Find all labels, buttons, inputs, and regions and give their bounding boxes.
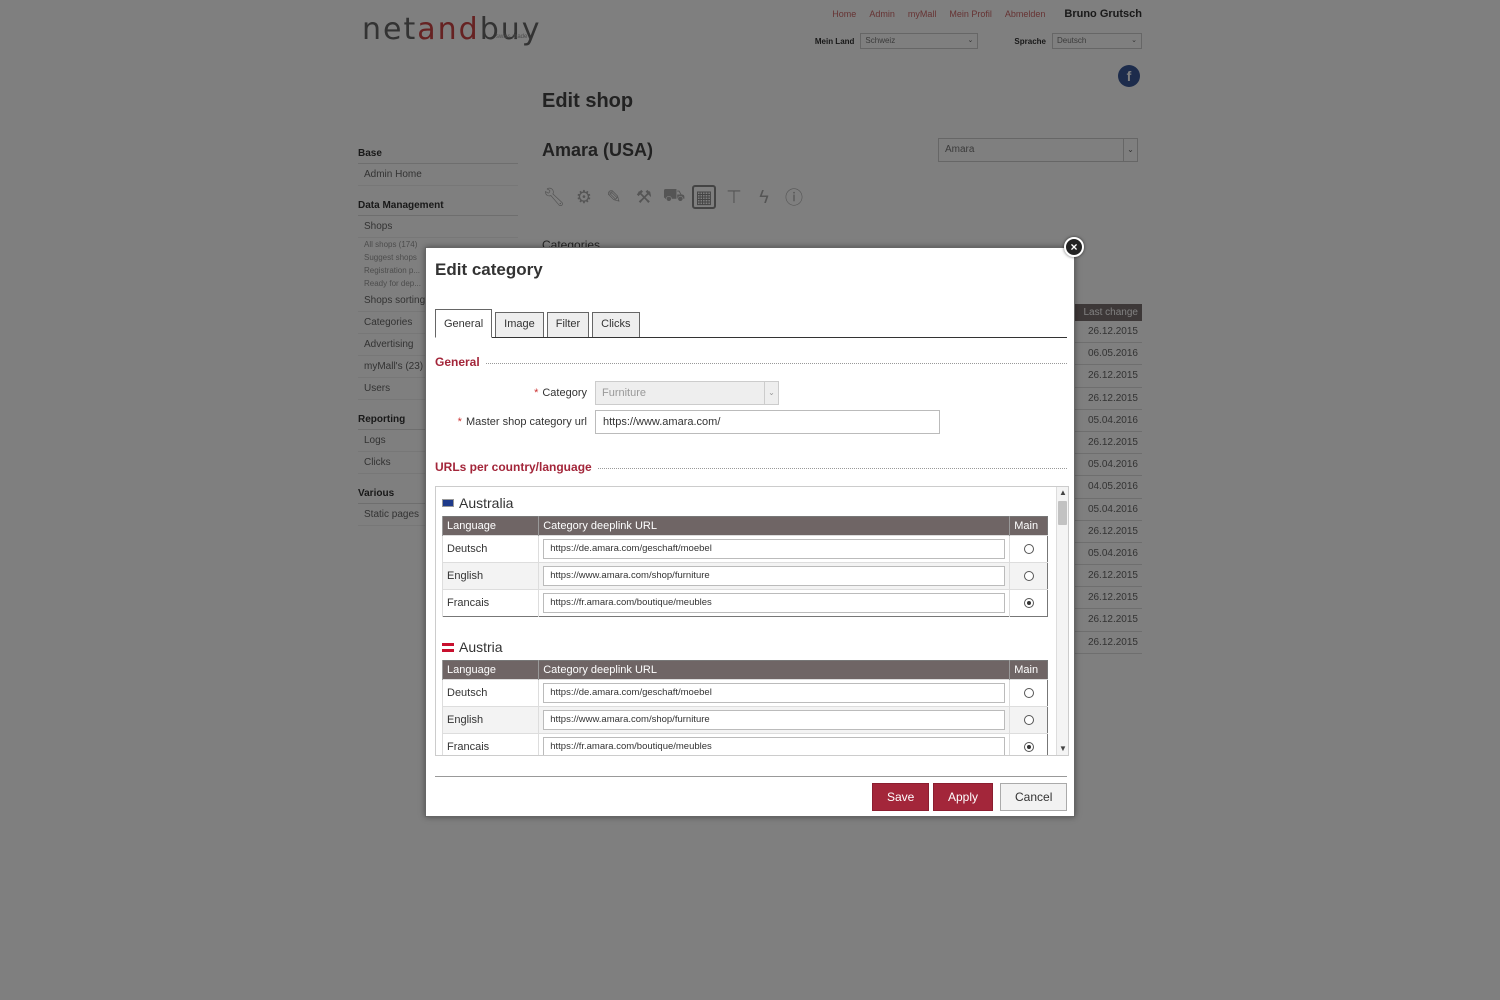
urls-legend: URLs per country/language: [435, 460, 1067, 474]
col-deeplink-url: Category deeplink URL: [538, 516, 1010, 536]
col-language: Language: [441, 516, 539, 536]
country-australia: Australia: [442, 495, 1048, 511]
table-row: English https://www.amara.com/shop/furni…: [441, 706, 1048, 734]
tab-filter[interactable]: Filter: [546, 312, 590, 337]
vertical-scrollbar[interactable]: ▲ ▼: [1056, 487, 1068, 755]
main-radio[interactable]: [1023, 571, 1034, 582]
category-label: Category: [542, 387, 587, 399]
tab-clicks[interactable]: Clicks: [592, 312, 640, 337]
apply-button[interactable]: Apply: [933, 783, 994, 811]
language-cell: Francais: [441, 733, 539, 755]
scroll-thumb[interactable]: [1058, 501, 1067, 525]
footer-divider: [435, 776, 1067, 777]
language-cell: English: [441, 562, 539, 590]
table-row: Francais https://fr.amara.com/boutique/m…: [441, 589, 1048, 617]
main-radio[interactable]: [1023, 544, 1034, 555]
save-button[interactable]: Save: [872, 783, 930, 811]
language-cell: Deutsch: [441, 535, 539, 563]
table-row: Deutsch https://de.amara.com/geschaft/mo…: [441, 535, 1048, 563]
main-radio[interactable]: [1023, 715, 1034, 726]
deeplink-url-input[interactable]: https://www.amara.com/shop/furniture: [543, 566, 1006, 586]
cancel-button[interactable]: Cancel: [1000, 783, 1068, 811]
table-row: Francais https://fr.amara.com/boutique/m…: [441, 733, 1048, 755]
deeplink-url-input[interactable]: https://fr.amara.com/boutique/meubles: [543, 593, 1006, 613]
table-row: Deutsch https://de.amara.com/geschaft/mo…: [441, 679, 1048, 707]
dialog-title: Edit category: [435, 260, 543, 279]
language-cell: Deutsch: [441, 679, 539, 707]
urls-scroll-area[interactable]: Australia Language Category deeplink URL…: [435, 486, 1069, 756]
austria-flag-icon: [442, 642, 454, 652]
language-cell: Francais: [441, 589, 539, 617]
url-table-austria: Language Category deeplink URL Main Deut…: [441, 660, 1048, 755]
col-language: Language: [441, 660, 539, 680]
deeplink-url-input[interactable]: https://de.amara.com/geschaft/moebel: [543, 683, 1006, 703]
deeplink-url-input[interactable]: https://de.amara.com/geschaft/moebel: [543, 539, 1006, 559]
master-url-input[interactable]: https://www.amara.com/: [595, 410, 940, 434]
table-row: English https://www.amara.com/shop/furni…: [441, 562, 1048, 590]
master-url-label: Master shop category url: [465, 416, 587, 428]
url-table-australia: Language Category deeplink URL Main Deut…: [441, 516, 1048, 617]
col-deeplink-url: Category deeplink URL: [538, 660, 1010, 680]
deeplink-url-input[interactable]: https://fr.amara.com/boutique/meubles: [543, 737, 1006, 755]
deeplink-url-input[interactable]: https://www.amara.com/shop/furniture: [543, 710, 1006, 730]
close-icon[interactable]: ×: [1064, 237, 1084, 257]
category-select: Furniture ⌄: [595, 381, 779, 405]
master-url-row: * Master shop category url https://www.am…: [435, 410, 940, 434]
general-legend: General: [435, 355, 1067, 369]
language-cell: English: [441, 706, 539, 734]
main-radio[interactable]: [1023, 688, 1034, 699]
col-main: Main: [1009, 660, 1048, 680]
scroll-up-icon[interactable]: ▲: [1057, 487, 1068, 499]
tab-image[interactable]: Image: [495, 312, 544, 337]
col-main: Main: [1009, 516, 1048, 536]
category-row: * Category Furniture ⌄: [435, 381, 779, 405]
edit-category-dialog: Edit category General Image Filter Click…: [425, 247, 1075, 817]
scroll-down-icon[interactable]: ▼: [1057, 743, 1068, 755]
chevron-down-icon: ⌄: [764, 382, 778, 404]
country-austria: Austria: [442, 639, 1048, 655]
australia-flag-icon: [442, 499, 454, 507]
main-radio-selected[interactable]: [1023, 742, 1034, 753]
main-radio-selected[interactable]: [1023, 598, 1034, 609]
dialog-tabs: General Image Filter Clicks: [435, 308, 1067, 338]
tab-general[interactable]: General: [435, 309, 493, 338]
